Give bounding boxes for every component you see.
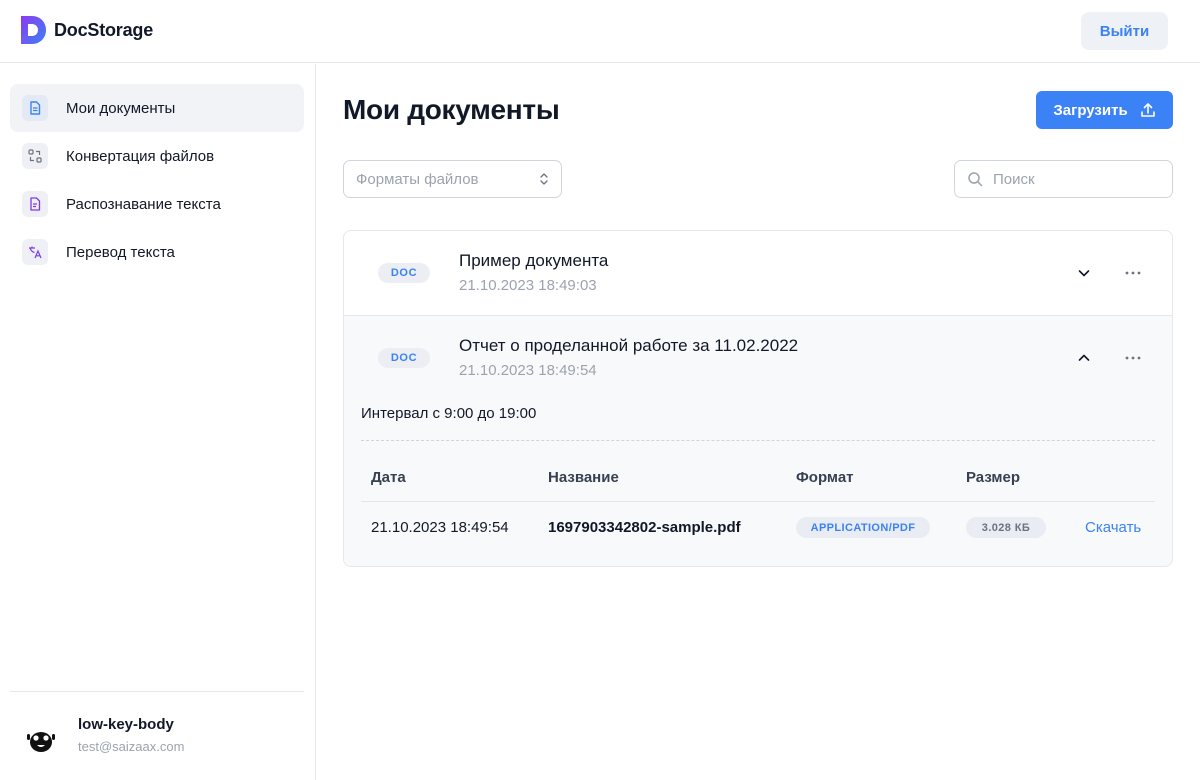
column-header-format: Формат [796, 469, 854, 486]
document-title: Пример документа [459, 251, 609, 270]
document-date: 21.10.2023 18:49:54 [459, 362, 597, 379]
user-name: low-key-body [78, 716, 174, 733]
document-details: Интервал с 9:00 до 19:00 Дата Название Ф… [344, 399, 1172, 566]
sidebar-item-label: Конвертация файлов [66, 147, 215, 165]
column-header-size: Размер [966, 469, 1021, 486]
dashed-divider [361, 440, 1155, 441]
more-options-icon[interactable] [1122, 264, 1144, 282]
document-description: Интервал с 9:00 до 19:00 [361, 405, 537, 422]
document-row-expanded[interactable]: DOC Отчет о проделанной работе за 11.02.… [344, 316, 1172, 400]
translate-icon [22, 239, 48, 265]
file-date: 21.10.2023 18:49:54 [371, 519, 509, 536]
sidebar-item-label: Перевод текста [66, 243, 175, 261]
document-date: 21.10.2023 18:49:03 [459, 277, 597, 294]
search-icon [968, 172, 983, 187]
upload-icon [1140, 103, 1155, 117]
convert-icon [22, 143, 48, 169]
page-title: Мои документы [343, 94, 560, 125]
search-box[interactable] [954, 160, 1173, 198]
sidebar-item-label: Мои документы [66, 99, 176, 117]
doc-type-badge: DOC [378, 348, 430, 368]
user-profile[interactable]: low-key-body test@saizaax.com [24, 716, 184, 756]
document-icon [22, 95, 48, 121]
file-size-badge: 3.028 КБ [966, 517, 1046, 538]
logout-button[interactable]: Выйти [1081, 12, 1168, 50]
table-header-divider [361, 501, 1155, 502]
sidebar-item-my-documents[interactable]: Мои документы [10, 84, 304, 132]
search-input[interactable] [993, 170, 1153, 188]
select-arrows-icon [540, 173, 548, 185]
sidebar-item-file-conversion[interactable]: Конвертация файлов [10, 132, 304, 180]
chevron-down-icon[interactable] [1075, 264, 1093, 282]
main-content: Мои документы Загрузить Форматы файлов D… [316, 64, 1200, 780]
column-header-name: Название [548, 469, 619, 486]
file-format-placeholder: Форматы файлов [356, 170, 479, 188]
sidebar-item-translation[interactable]: Перевод текста [10, 228, 304, 276]
document-title: Отчет о проделанной работе за 11.02.2022 [459, 336, 799, 355]
avatar [27, 732, 55, 752]
upload-button-label: Загрузить [1053, 101, 1128, 119]
documents-list: DOC Пример документа 21.10.2023 18:49:03… [343, 230, 1173, 567]
docstorage-logo-icon [21, 16, 46, 44]
upload-button[interactable]: Загрузить [1036, 91, 1173, 129]
user-email: test@saizaax.com [78, 739, 185, 754]
chevron-up-icon[interactable] [1075, 349, 1093, 367]
column-header-date: Дата [371, 469, 406, 486]
sidebar-item-label: Распознавание текста [66, 195, 221, 213]
file-format-badge: APPLICATION/PDF [796, 517, 930, 538]
top-header: DocStorage Выйти [0, 0, 1200, 63]
text-recognition-icon [22, 191, 48, 217]
sidebar-divider [10, 691, 304, 692]
doc-type-badge: DOC [378, 263, 430, 283]
app-logo[interactable]: DocStorage [20, 16, 153, 44]
file-name: 1697903342802-sample.pdf [548, 519, 741, 536]
document-row[interactable]: DOC Пример документа 21.10.2023 18:49:03 [344, 231, 1172, 315]
sidebar: Мои документы Конвертация файлов Распозн… [0, 64, 316, 780]
file-format-select[interactable]: Форматы файлов [343, 160, 562, 198]
app-name: DocStorage [54, 19, 154, 40]
more-options-icon[interactable] [1122, 349, 1144, 367]
sidebar-item-text-recognition[interactable]: Распознавание текста [10, 180, 304, 228]
download-link[interactable]: Скачать [1085, 519, 1141, 536]
